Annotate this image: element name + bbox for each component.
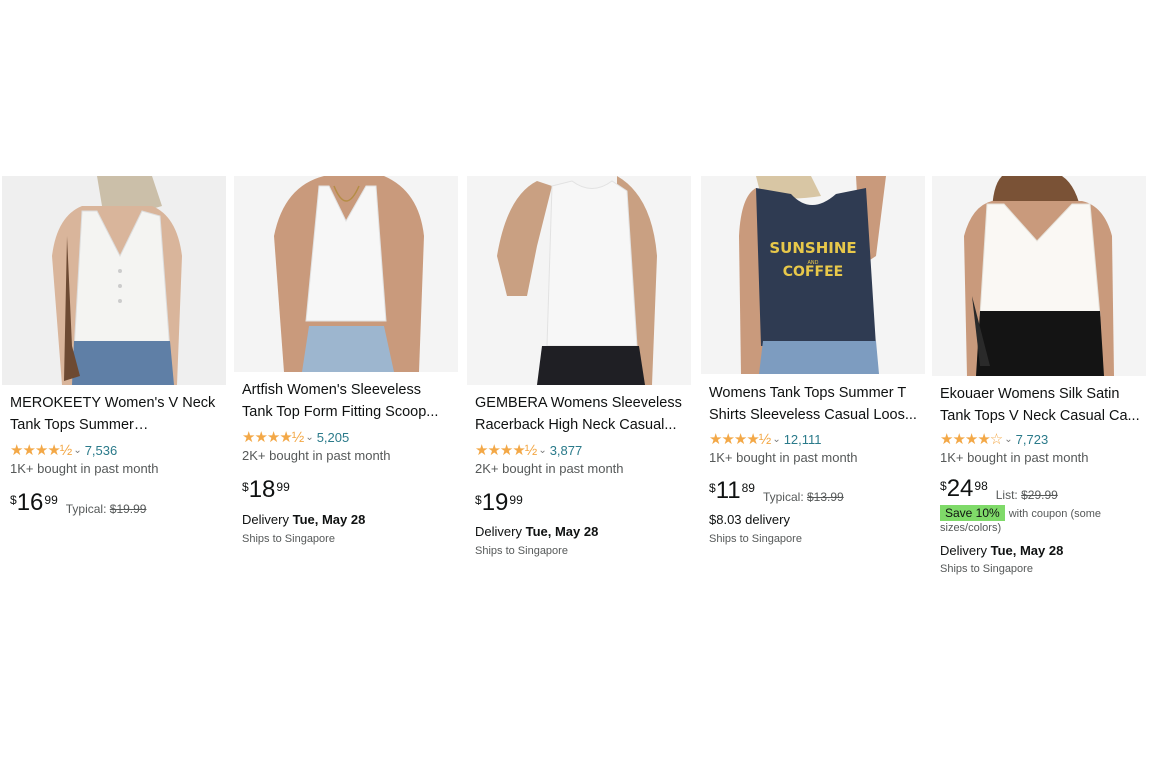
ships-to: Ships to Singapore (709, 533, 802, 545)
typical-value: $13.99 (807, 490, 844, 504)
white-satin-vneck-cami-photo-icon (932, 176, 1146, 376)
price-fraction: 99 (44, 493, 58, 507)
rating-row: ★★★★½ ⌄ 3,877 (475, 441, 582, 459)
bought-count: 1K+ bought in past month (10, 461, 159, 476)
delivery-date: Tue, May 28 (990, 543, 1064, 558)
delivery-info: Delivery Tue, May 28 (940, 543, 1063, 558)
bought-count: 2K+ bought in past month (242, 448, 391, 463)
typical-value: $19.99 (109, 502, 147, 516)
price[interactable]: $ 18 99 (242, 477, 290, 503)
graphic-line-3: COFFEE (783, 264, 843, 280)
price-symbol: $ (475, 493, 482, 507)
delivery-date: Tue, May 28 (525, 524, 599, 539)
list-price: List: $29.99 (996, 488, 1058, 502)
ships-to: Ships to Singapore (940, 563, 1033, 575)
price-fraction: 89 (741, 481, 755, 495)
list-label: List: (995, 488, 1018, 502)
delivery-label: Delivery (475, 524, 522, 539)
bought-count: 2K+ bought in past month (475, 461, 624, 476)
star-rating-icon[interactable]: ★★★★½ (242, 428, 304, 446)
product-card[interactable]: GEMBERA Womens Sleeveless Racerback High… (467, 176, 691, 590)
star-rating-icon[interactable]: ★★★★☆ (940, 430, 1003, 448)
save-badge[interactable]: Save 10% (940, 505, 1005, 521)
product-card[interactable]: MEROKEETY Women's V Neck Tank Tops Summe… (2, 176, 226, 590)
price-symbol: $ (242, 480, 249, 494)
product-image[interactable]: SUNSHINE AND COFFEE (701, 176, 925, 374)
rating-row: ★★★★½ ⌄ 7,536 (10, 441, 117, 459)
price-whole: 24 (946, 475, 974, 502)
price[interactable]: $ 24 98 List: $29.99 (940, 475, 1058, 503)
chevron-down-icon[interactable]: ⌄ (1004, 434, 1012, 445)
delivery-info: $8.03 delivery (709, 512, 790, 527)
star-rating-icon[interactable]: ★★★★½ (475, 441, 537, 459)
bought-count: 1K+ bought in past month (709, 450, 858, 465)
chevron-down-icon[interactable]: ⌄ (772, 434, 780, 445)
rating-count[interactable]: 7,536 (85, 443, 118, 458)
rating-count[interactable]: 12,111 (784, 432, 822, 447)
price-symbol: $ (709, 481, 716, 495)
price-whole: 19 (481, 489, 509, 516)
product-image[interactable] (932, 176, 1146, 376)
rating-count[interactable]: 5,205 (317, 430, 350, 445)
typical-price: Typical: $19.99 (66, 502, 147, 516)
delivery-info: Delivery Tue, May 28 (475, 524, 598, 539)
rating-count[interactable]: 7,723 (1016, 432, 1049, 447)
ships-to: Ships to Singapore (242, 533, 335, 545)
star-rating-icon[interactable]: ★★★★½ (10, 441, 72, 459)
product-title[interactable]: GEMBERA Womens Sleeveless Racerback High… (475, 392, 685, 436)
navy-sunshine-coffee-tank-photo-icon: SUNSHINE AND COFFEE (701, 176, 925, 374)
price-symbol: $ (10, 493, 17, 507)
white-ribbed-crop-tank-photo-icon (234, 176, 458, 372)
white-vneck-henley-tank-photo-icon (2, 176, 226, 385)
typical-label: Typical: (762, 490, 804, 504)
price-whole: 16 (16, 489, 44, 516)
rating-row: ★★★★½ ⌄ 12,111 (709, 430, 822, 448)
delivery-label: Delivery (242, 512, 289, 527)
typical-label: Typical: (65, 502, 107, 516)
price-whole: 18 (248, 476, 276, 503)
price[interactable]: $ 19 99 (475, 490, 523, 516)
product-title[interactable]: Womens Tank Tops Summer T Shirts Sleevel… (709, 382, 919, 426)
product-title[interactable]: Artfish Women's Sleeveless Tank Top Form… (242, 379, 452, 423)
product-card[interactable]: SUNSHINE AND COFFEE Womens Tank Tops Sum… (701, 176, 925, 590)
product-image[interactable] (234, 176, 458, 372)
chevron-down-icon[interactable]: ⌄ (73, 445, 81, 456)
ships-to: Ships to Singapore (475, 545, 568, 557)
rating-count[interactable]: 3,877 (550, 443, 583, 458)
price[interactable]: $ 16 99 Typical: $19.99 (10, 489, 147, 517)
price-whole: 11 (715, 477, 741, 504)
product-image[interactable] (467, 176, 691, 385)
price[interactable]: $ 11 89 Typical: $13.99 (709, 477, 844, 505)
white-racerback-tank-photo-icon (467, 176, 691, 385)
product-title[interactable]: Ekouaer Womens Silk Satin Tank Tops V Ne… (940, 383, 1140, 427)
typical-price: Typical: $13.99 (763, 490, 844, 504)
rating-row: ★★★★☆ ⌄ 7,723 (940, 430, 1048, 448)
delivery-label: Delivery (940, 543, 987, 558)
price-fraction: 99 (509, 493, 523, 507)
coupon-info: Save 10% with coupon (some sizes/colors) (940, 505, 1140, 535)
delivery-date: Tue, May 28 (292, 512, 366, 527)
rating-row: ★★★★½ ⌄ 5,205 (242, 428, 349, 446)
product-card[interactable]: Artfish Women's Sleeveless Tank Top Form… (234, 176, 458, 590)
price-fraction: 99 (276, 480, 290, 494)
price-fraction: 98 (974, 479, 988, 493)
star-rating-icon[interactable]: ★★★★½ (709, 430, 771, 448)
product-card[interactable]: Ekouaer Womens Silk Satin Tank Tops V Ne… (932, 176, 1146, 590)
price-symbol: $ (940, 479, 947, 493)
chevron-down-icon[interactable]: ⌄ (305, 432, 313, 443)
bought-count: 1K+ bought in past month (940, 450, 1089, 465)
product-title[interactable]: MEROKEETY Women's V Neck Tank Tops Summe… (10, 392, 220, 436)
delivery-info: Delivery Tue, May 28 (242, 512, 365, 527)
product-image[interactable] (2, 176, 226, 385)
list-value: $29.99 (1021, 488, 1058, 502)
chevron-down-icon[interactable]: ⌄ (538, 445, 546, 456)
graphic-line-1: SUNSHINE (769, 239, 856, 257)
